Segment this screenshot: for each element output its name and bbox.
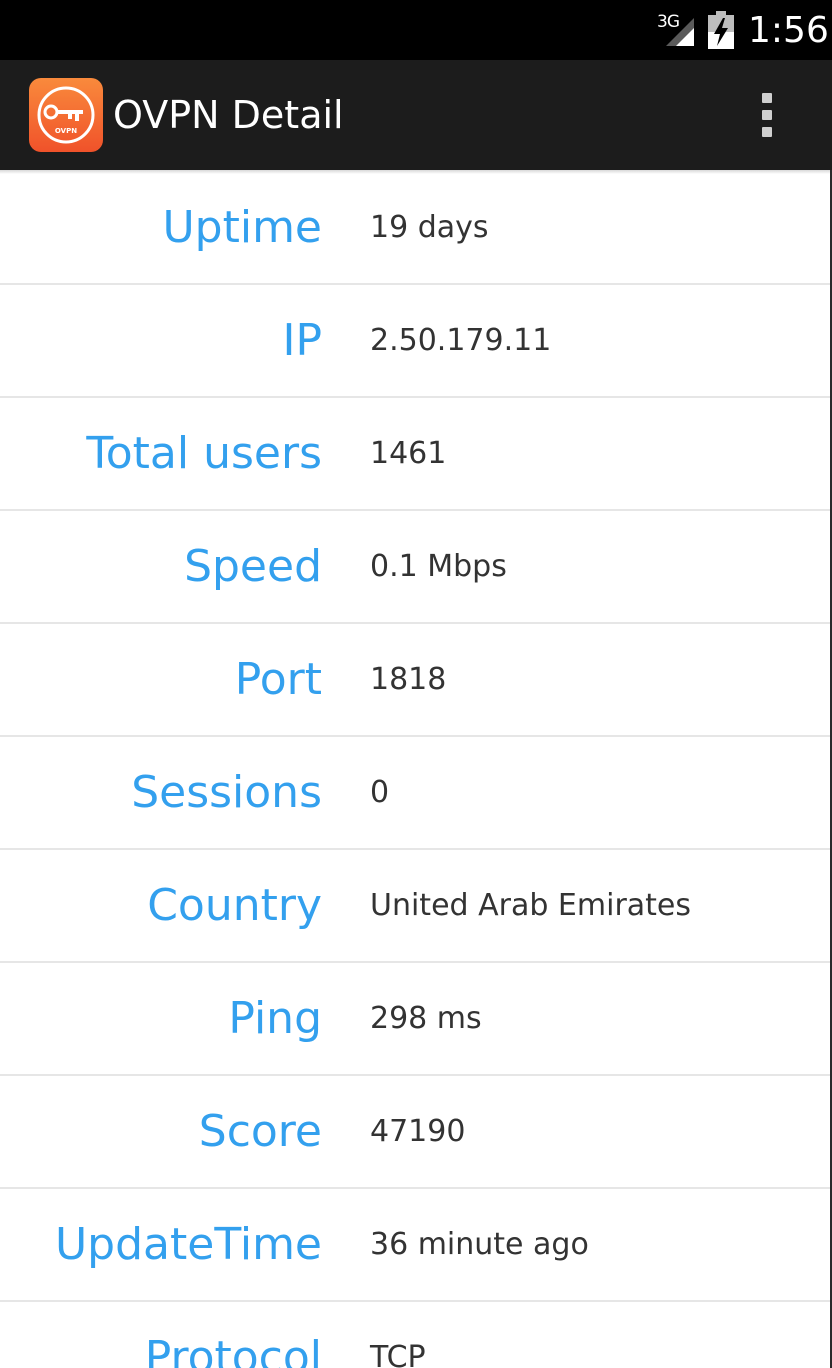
detail-row-ping: Ping 298 ms [0, 963, 832, 1076]
detail-label: Port [234, 654, 322, 705]
detail-row-protocol: Protocol TCP [0, 1302, 832, 1368]
detail-value: 1461 [370, 436, 447, 471]
detail-value: 0.1 Mbps [370, 549, 507, 584]
detail-value: 47190 [370, 1114, 466, 1149]
detail-value: TCP [370, 1340, 426, 1368]
detail-label: Sessions [131, 767, 322, 818]
detail-value: 36 minute ago [370, 1227, 589, 1262]
detail-value: 1818 [370, 662, 447, 697]
detail-row-uptime: Uptime 19 days [0, 172, 832, 285]
detail-row-update-time: UpdateTime 36 minute ago [0, 1189, 832, 1302]
detail-row-port: Port 1818 [0, 624, 832, 737]
action-bar: OVPN OVPN Detail [0, 60, 832, 170]
overflow-dot [762, 127, 772, 137]
svg-text:OVPN: OVPN [55, 127, 77, 135]
battery-charging-icon [708, 11, 734, 49]
detail-label: Ping [228, 993, 322, 1044]
detail-value: 19 days [370, 210, 489, 245]
signal-icon [666, 18, 694, 46]
detail-label: Total users [86, 428, 322, 479]
status-time: 1:56 [748, 10, 829, 51]
key-icon[interactable]: OVPN [29, 78, 103, 152]
detail-row-ip: IP 2.50.179.11 [0, 285, 832, 398]
detail-row-sessions: Sessions 0 [0, 737, 832, 850]
detail-label: Protocol [144, 1332, 322, 1368]
detail-label: Speed [184, 541, 322, 592]
detail-label: UpdateTime [54, 1219, 322, 1270]
detail-row-speed: Speed 0.1 Mbps [0, 511, 832, 624]
overflow-dot [762, 110, 772, 120]
overflow-menu-icon[interactable] [745, 86, 789, 144]
app-title: OVPN Detail [113, 93, 344, 137]
detail-row-score: Score 47190 [0, 1076, 832, 1189]
detail-label: Score [198, 1106, 322, 1157]
detail-row-total-users: Total users 1461 [0, 398, 832, 511]
screen: 3G 1:56 OVPN OVPN Detail Uptime 19 days … [0, 0, 832, 1368]
detail-label: Country [147, 880, 322, 931]
detail-value: 2.50.179.11 [370, 323, 552, 358]
detail-row-country: Country United Arab Emirates [0, 850, 832, 963]
detail-label: Uptime [162, 202, 322, 253]
detail-list: Uptime 19 days IP 2.50.179.11 Total user… [0, 172, 832, 1368]
detail-value: 0 [370, 775, 390, 810]
status-bar: 3G 1:56 [0, 0, 832, 60]
detail-value: 298 ms [370, 1001, 482, 1036]
overflow-dot [762, 93, 772, 103]
detail-value: United Arab Emirates [370, 888, 692, 923]
detail-label: IP [282, 315, 322, 366]
